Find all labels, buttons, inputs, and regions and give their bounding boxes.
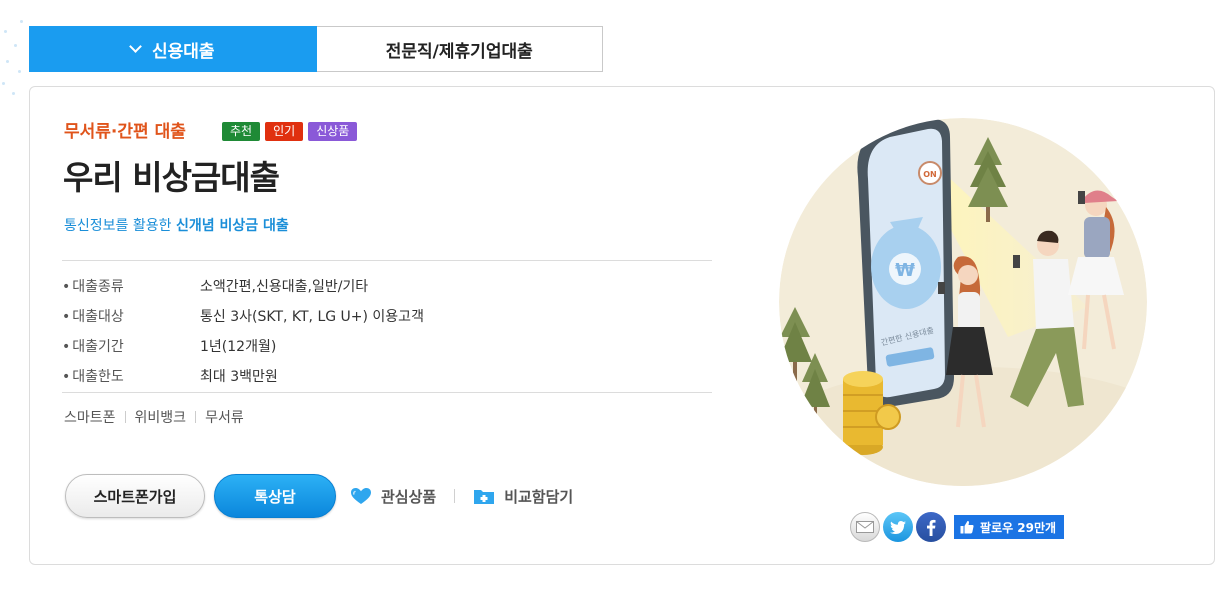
phone-graphic: ₩ 간편한 신용대출 ON xyxy=(857,118,954,408)
tag-item[interactable]: 스마트폰 xyxy=(64,407,116,427)
chevron-down-icon xyxy=(129,40,142,53)
info-value: 1년(12개월) xyxy=(200,339,277,355)
info-row-loan-target: 대출대상 통신 3사(SKT, KT, LG U+) 이용고객 xyxy=(62,301,712,331)
info-value: 통신 3사(SKT, KT, LG U+) 이용고객 xyxy=(200,309,424,325)
info-label: 대출기간 xyxy=(62,336,200,356)
info-row-loan-limit: 대출한도 최대 3백만원 xyxy=(62,361,712,391)
product-info-list: 대출종류 소액간편,신용대출,일반/기타 대출대상 통신 3사(SKT, KT,… xyxy=(62,271,712,391)
tab-label: 신용대출 xyxy=(151,41,215,62)
smartphone-join-button[interactable]: 스마트폰가입 xyxy=(65,474,205,518)
twitter-icon[interactable] xyxy=(883,512,913,542)
facebook-follow-button[interactable]: 팔로우 29만개 xyxy=(954,515,1065,539)
heart-icon xyxy=(351,488,371,504)
on-toggle-label: ON xyxy=(923,170,937,179)
subtitle-prefix: 통신정보를 활용한 xyxy=(64,218,176,234)
product-subtitle: 통신정보를 활용한 신개념 비상금 대출 xyxy=(64,215,289,235)
mail-icon[interactable] xyxy=(850,512,880,542)
compare-label: 비교함담기 xyxy=(504,487,574,506)
action-separator xyxy=(454,489,456,503)
decorative-dots xyxy=(0,0,30,100)
talk-consult-button[interactable]: 톡상담 xyxy=(214,474,336,518)
info-value: 소액간편,신용대출,일반/기타 xyxy=(200,279,369,295)
product-illustration: ₩ 간편한 신용대출 ON xyxy=(779,118,1147,486)
tag-item[interactable]: 위비뱅크 xyxy=(135,407,187,427)
thumbs-up-icon xyxy=(960,520,974,534)
compare-button[interactable]: 비교함담기 xyxy=(473,486,573,507)
badge-new: 신상품 xyxy=(308,122,358,141)
tab-credit-loan[interactable]: 신용대출 xyxy=(29,26,317,72)
tag-separator xyxy=(195,411,197,423)
info-value: 최대 3백만원 xyxy=(200,369,278,385)
product-category: 무서류·간편 대출 xyxy=(64,122,186,142)
loan-tabs: 신용대출 전문직/제휴기업대출 xyxy=(29,26,603,72)
product-card: 무서류·간편 대출 추천 인기 신상품 우리 비상금대출 통신정보를 활용한 신… xyxy=(29,86,1215,565)
info-label: 대출대상 xyxy=(62,306,200,326)
tab-label: 전문직/제휴기업대출 xyxy=(385,41,533,62)
subtitle-highlight: 신개념 비상금 대출 xyxy=(175,218,289,234)
share-bar: 팔로우 29만개 xyxy=(850,512,1065,542)
divider xyxy=(62,260,712,261)
info-row-loan-period: 대출기간 1년(12개월) xyxy=(62,331,712,361)
tab-professional-loan[interactable]: 전문직/제휴기업대출 xyxy=(316,26,603,72)
tag-separator xyxy=(124,411,126,423)
badge-recommended: 추천 xyxy=(222,122,261,141)
favorite-label: 관심상품 xyxy=(381,487,437,506)
facebook-icon[interactable] xyxy=(916,512,946,542)
divider xyxy=(62,392,712,393)
won-symbol: ₩ xyxy=(895,260,915,281)
badge-popular: 인기 xyxy=(265,122,304,141)
folder-plus-icon xyxy=(474,490,495,504)
info-row-loan-type: 대출종류 소액간편,신용대출,일반/기타 xyxy=(62,271,712,301)
product-badges: 추천 인기 신상품 xyxy=(222,122,358,141)
action-bar: 스마트폰가입 톡상담 관심상품 비교함담기 xyxy=(65,474,573,518)
product-title: 우리 비상금대출 xyxy=(63,158,280,197)
info-label: 대출종류 xyxy=(62,276,200,296)
tag-item[interactable]: 무서류 xyxy=(205,407,244,427)
info-label: 대출한도 xyxy=(62,366,200,386)
follow-count-label: 팔로우 29만개 xyxy=(980,520,1057,535)
product-tags: 스마트폰 위비뱅크 무서류 xyxy=(64,407,244,427)
favorite-button[interactable]: 관심상품 xyxy=(350,486,436,507)
